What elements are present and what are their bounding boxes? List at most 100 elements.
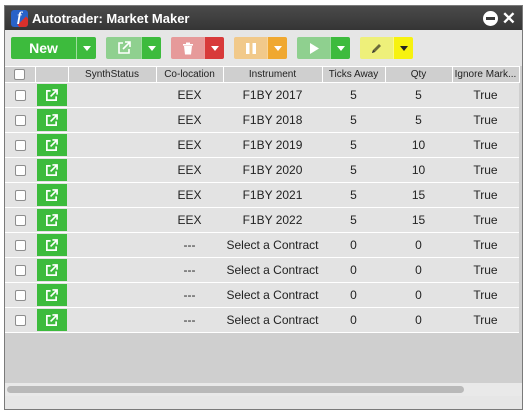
qty-cell[interactable]: 0	[385, 232, 452, 258]
table-row[interactable]: EEX F1BY 2017 5 5 True	[5, 82, 519, 108]
qty-cell[interactable]: 0	[385, 282, 452, 308]
ticks-away-cell[interactable]: 5	[322, 207, 385, 233]
table-row[interactable]: --- Select a Contract 0 0 True	[5, 307, 519, 333]
colocation-cell[interactable]: ---	[156, 307, 223, 333]
instrument-cell[interactable]: F1BY 2019	[223, 132, 322, 158]
qty-cell[interactable]: 10	[385, 157, 452, 183]
table-row[interactable]: --- Select a Contract 0 0 True	[5, 282, 519, 308]
ignore-market-cell[interactable]: True	[452, 157, 519, 183]
colocation-cell[interactable]: EEX	[156, 107, 223, 133]
instrument-cell[interactable]: F1BY 2018	[223, 107, 322, 133]
select-all-checkbox[interactable]	[14, 68, 26, 80]
column-header-ticks-away[interactable]: Ticks Away	[321, 66, 386, 83]
row-checkbox[interactable]	[14, 115, 26, 127]
ticks-away-cell[interactable]: 0	[322, 232, 385, 258]
ticks-away-cell[interactable]: 5	[322, 182, 385, 208]
open-row-button[interactable]	[36, 184, 67, 206]
colocation-cell[interactable]: EEX	[156, 157, 223, 183]
qty-cell[interactable]: 0	[385, 307, 452, 333]
ticks-away-cell[interactable]: 5	[322, 107, 385, 133]
open-row-button[interactable]	[36, 84, 67, 106]
colocation-cell[interactable]: EEX	[156, 82, 223, 108]
open-row-button[interactable]	[36, 259, 67, 281]
ticks-away-cell[interactable]: 0	[322, 307, 385, 333]
table-row[interactable]: --- Select a Contract 0 0 True	[5, 257, 519, 283]
row-checkbox[interactable]	[14, 215, 26, 227]
column-header-qty[interactable]: Qty	[384, 66, 453, 83]
qty-cell[interactable]: 5	[385, 82, 452, 108]
ignore-market-cell[interactable]: True	[452, 307, 519, 333]
ticks-away-cell[interactable]: 0	[322, 257, 385, 283]
colocation-cell[interactable]: ---	[156, 282, 223, 308]
colocation-cell[interactable]: EEX	[156, 207, 223, 233]
ignore-market-cell[interactable]: True	[452, 107, 519, 133]
play-button[interactable]	[297, 37, 330, 59]
open-row-button[interactable]	[36, 159, 67, 181]
new-dropdown-button[interactable]	[76, 37, 96, 59]
instrument-cell[interactable]: Select a Contract	[223, 307, 322, 333]
column-header-colocation[interactable]: Co-location	[155, 66, 224, 83]
select-all-header[interactable]	[5, 66, 36, 83]
qty-cell[interactable]: 10	[385, 132, 452, 158]
horizontal-scrollbar[interactable]	[5, 382, 522, 396]
ticks-away-cell[interactable]: 5	[322, 157, 385, 183]
instrument-cell[interactable]: F1BY 2020	[223, 157, 322, 183]
export-dropdown-button[interactable]	[141, 37, 161, 59]
open-row-button[interactable]	[36, 234, 67, 256]
instrument-cell[interactable]: Select a Contract	[223, 257, 322, 283]
colocation-cell[interactable]: ---	[156, 232, 223, 258]
table-row[interactable]: --- Select a Contract 0 0 True	[5, 232, 519, 258]
edit-button[interactable]	[360, 37, 393, 59]
title-bar[interactable]: f Autotrader: Market Maker ✕	[5, 6, 522, 30]
ignore-market-cell[interactable]: True	[452, 232, 519, 258]
colocation-cell[interactable]: EEX	[156, 182, 223, 208]
table-row[interactable]: EEX F1BY 2018 5 5 True	[5, 107, 519, 133]
export-button[interactable]	[106, 37, 141, 59]
row-checkbox[interactable]	[14, 290, 26, 302]
row-checkbox[interactable]	[14, 240, 26, 252]
scrollbar-thumb[interactable]	[7, 386, 464, 393]
table-row[interactable]: EEX F1BY 2019 5 10 True	[5, 132, 519, 158]
open-row-button[interactable]	[36, 134, 67, 156]
ignore-market-cell[interactable]: True	[452, 282, 519, 308]
pause-dropdown-button[interactable]	[267, 37, 287, 59]
table-row[interactable]: EEX F1BY 2020 5 10 True	[5, 157, 519, 183]
minimize-icon[interactable]	[482, 10, 498, 26]
qty-cell[interactable]: 5	[385, 107, 452, 133]
ignore-market-cell[interactable]: True	[452, 132, 519, 158]
ticks-away-cell[interactable]: 5	[322, 132, 385, 158]
ignore-market-cell[interactable]: True	[452, 207, 519, 233]
ignore-market-cell[interactable]: True	[452, 82, 519, 108]
ticks-away-cell[interactable]: 0	[322, 282, 385, 308]
open-row-button[interactable]	[36, 309, 67, 331]
colocation-cell[interactable]: ---	[156, 257, 223, 283]
table-row[interactable]: EEX F1BY 2022 5 15 True	[5, 207, 519, 233]
column-header-instrument[interactable]: Instrument	[222, 66, 323, 83]
instrument-cell[interactable]: F1BY 2017	[223, 82, 322, 108]
delete-button[interactable]	[171, 37, 204, 59]
play-dropdown-button[interactable]	[330, 37, 350, 59]
close-icon[interactable]: ✕	[502, 10, 516, 27]
row-checkbox[interactable]	[14, 265, 26, 277]
open-row-button[interactable]	[36, 284, 67, 306]
qty-cell[interactable]: 0	[385, 257, 452, 283]
instrument-cell[interactable]: Select a Contract	[223, 232, 322, 258]
row-checkbox[interactable]	[14, 190, 26, 202]
ignore-market-cell[interactable]: True	[452, 257, 519, 283]
column-header-synth-status[interactable]: SynthStatus	[67, 66, 157, 83]
qty-cell[interactable]: 15	[385, 182, 452, 208]
ticks-away-cell[interactable]: 5	[322, 82, 385, 108]
column-header-ignore-market[interactable]: Ignore Mark...	[451, 66, 520, 83]
row-checkbox[interactable]	[14, 90, 26, 102]
ignore-market-cell[interactable]: True	[452, 182, 519, 208]
instrument-cell[interactable]: Select a Contract	[223, 282, 322, 308]
table-row[interactable]: EEX F1BY 2021 5 15 True	[5, 182, 519, 208]
pause-button[interactable]	[234, 37, 267, 59]
new-button[interactable]: New	[11, 37, 76, 59]
row-checkbox[interactable]	[14, 315, 26, 327]
delete-dropdown-button[interactable]	[204, 37, 224, 59]
open-row-button[interactable]	[36, 109, 67, 131]
row-checkbox[interactable]	[14, 140, 26, 152]
edit-dropdown-button[interactable]	[393, 37, 413, 59]
qty-cell[interactable]: 15	[385, 207, 452, 233]
